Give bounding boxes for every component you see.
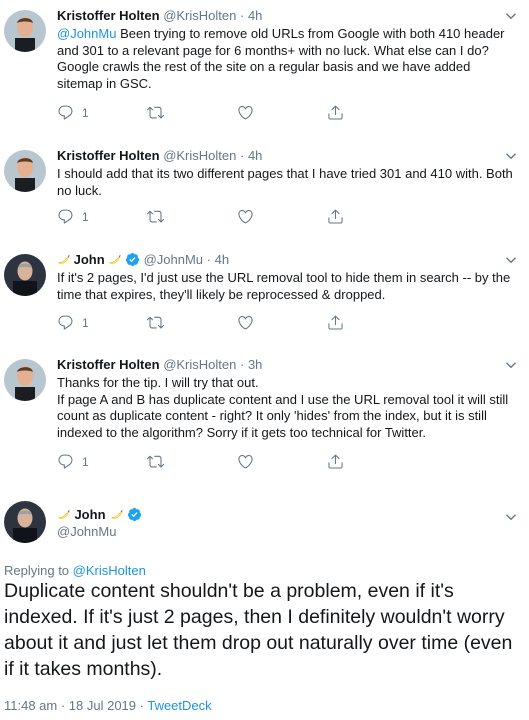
like-button[interactable] [237, 453, 327, 470]
reply-button[interactable]: 1 [57, 104, 147, 121]
banana-emoji-icon [110, 508, 123, 521]
reply-count: 1 [82, 315, 89, 330]
replying-prefix: Replying to [4, 563, 73, 578]
timestamp[interactable]: 4h [248, 148, 262, 163]
author-handle[interactable]: @JohnMu [57, 524, 116, 539]
separator-dot: · [239, 148, 245, 163]
tweet-text-body: Been trying to remove old URLs from Goog… [57, 26, 505, 91]
retweet-icon [147, 314, 164, 331]
verified-badge-icon [125, 252, 140, 267]
heart-icon [237, 453, 254, 470]
banana-emoji-icon [57, 253, 70, 266]
author-handle[interactable]: @JohnMu [144, 252, 203, 267]
reply-icon [57, 208, 74, 225]
avatar[interactable] [4, 359, 46, 401]
tweet[interactable]: Kristoffer Holten @KrisHolten · 4h I sho… [0, 148, 529, 234]
chevron-down-icon[interactable] [505, 10, 517, 22]
tweet-header: Kristoffer Holten @KrisHolten · 3h [57, 357, 517, 373]
reply-icon [57, 104, 74, 121]
tweet-text: I should add that its two different page… [57, 166, 513, 198]
author-handle[interactable]: @KrisHolten [163, 357, 236, 372]
separator-dot: · [239, 8, 245, 23]
tweet[interactable]: Kristoffer Holten @KrisHolten · 3h Thank… [0, 357, 529, 475]
separator-dot: · [239, 357, 245, 372]
tweet-meta: 11:48 am · 18 Jul 2019 · TweetDeck [4, 698, 212, 713]
avatar[interactable] [4, 501, 46, 543]
retweet-icon [147, 453, 164, 470]
timestamp[interactable]: 4h [215, 252, 229, 267]
banana-emoji-icon [57, 508, 70, 521]
like-button[interactable] [237, 208, 327, 225]
reply-count: 1 [82, 209, 89, 224]
share-icon [327, 208, 344, 225]
tweet-header: Kristoffer Holten @KrisHolten · 4h [57, 148, 517, 164]
share-button[interactable] [327, 314, 417, 331]
chevron-down-icon[interactable] [505, 359, 517, 371]
author-handle[interactable]: @KrisHolten [163, 148, 236, 163]
heart-icon [237, 314, 254, 331]
share-button[interactable] [327, 453, 417, 470]
author-name[interactable]: Kristoffer Holten [57, 148, 160, 163]
like-button[interactable] [237, 104, 327, 121]
author-handle[interactable]: @KrisHolten [163, 8, 236, 23]
heart-icon [237, 104, 254, 121]
tweet[interactable]: John @JohnMu · 4h If it's 2 pages, I'd j… [0, 252, 529, 338]
timestamp[interactable]: 3h [248, 357, 262, 372]
tweet-text: If it's 2 pages, I'd just use the URL re… [57, 270, 511, 302]
avatar[interactable] [4, 10, 46, 52]
timestamp[interactable]: 11:48 am · 18 Jul 2019 · [4, 698, 147, 713]
reply-button[interactable]: 1 [57, 453, 147, 470]
avatar[interactable] [4, 254, 46, 296]
retweet-button[interactable] [147, 104, 237, 121]
replying-to-link[interactable]: @KrisHolten [73, 563, 146, 578]
author-name[interactable]: John [74, 507, 105, 522]
chevron-down-icon[interactable] [505, 254, 517, 266]
verified-badge-icon [127, 507, 142, 522]
retweet-icon [147, 208, 164, 225]
tweet-text: Thanks for the tip. I will try that out.… [57, 375, 513, 441]
retweet-button[interactable] [147, 314, 237, 331]
tweet-header: Kristoffer Holten @KrisHolten · 4h [57, 8, 517, 24]
like-button[interactable] [237, 314, 327, 331]
retweet-button[interactable] [147, 208, 237, 225]
tweet-header: John @JohnMu · 4h [57, 252, 517, 268]
share-button[interactable] [327, 104, 417, 121]
reply-count: 1 [82, 105, 89, 120]
tweet-text: @JohnMu Been trying to remove old URLs f… [57, 26, 513, 92]
retweet-button[interactable] [147, 453, 237, 470]
author-name[interactable]: Kristoffer Holten [57, 357, 160, 372]
author-name[interactable]: Kristoffer Holten [57, 8, 160, 23]
chevron-down-icon[interactable] [505, 150, 517, 162]
heart-icon [237, 208, 254, 225]
share-icon [327, 314, 344, 331]
share-button[interactable] [327, 208, 417, 225]
share-icon [327, 104, 344, 121]
separator-dot: · [206, 252, 211, 267]
timestamp[interactable]: 4h [248, 8, 262, 23]
tweet-text-line: Thanks for the tip. I will try that out. [57, 375, 259, 390]
author-name[interactable]: John [74, 252, 105, 267]
source-link[interactable]: TweetDeck [147, 698, 211, 713]
mention-link[interactable]: @JohnMu [57, 26, 116, 41]
reply-button[interactable]: 1 [57, 208, 147, 225]
reply-button[interactable]: 1 [57, 314, 147, 331]
chevron-down-icon[interactable] [505, 511, 517, 523]
main-tweet-text: Duplicate content shouldn't be a problem… [4, 580, 513, 680]
reply-count: 1 [82, 454, 89, 469]
tweet-text-paragraph: If page A and B has duplicate content an… [57, 391, 509, 440]
tweet[interactable]: Kristoffer Holten @KrisHolten · 4h @John… [0, 8, 529, 140]
avatar[interactable] [4, 150, 46, 192]
banana-emoji-icon [108, 253, 121, 266]
retweet-icon [147, 104, 164, 121]
reply-icon [57, 314, 74, 331]
share-icon [327, 453, 344, 470]
replying-to: Replying to @KrisHolten [4, 563, 146, 578]
reply-icon [57, 453, 74, 470]
